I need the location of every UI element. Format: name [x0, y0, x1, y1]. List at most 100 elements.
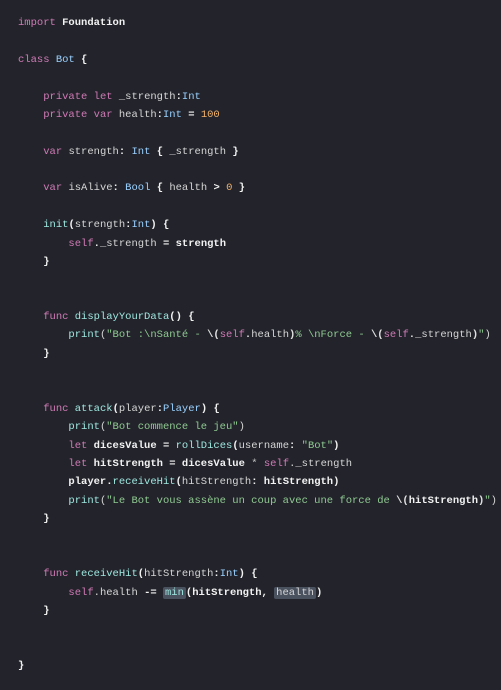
brace: } [239, 182, 245, 194]
kw-let: let [68, 458, 87, 470]
kw-func: func [43, 568, 68, 580]
paren: ) [201, 403, 207, 415]
kw-self: self [264, 458, 289, 470]
var-dicesvalue: dicesValue [94, 440, 157, 452]
brace: } [43, 348, 49, 360]
num-100: 100 [201, 109, 220, 121]
arg-val: hitStrength [264, 476, 333, 488]
prop: _strength [415, 329, 472, 341]
colon: : [289, 440, 302, 452]
brace: { [157, 182, 163, 194]
brace: { [251, 568, 257, 580]
brace: { [213, 403, 219, 415]
type-int: Int [182, 91, 201, 103]
kw-class: class [18, 54, 50, 66]
param: hitStrength [144, 568, 213, 580]
type-player: Player [163, 403, 201, 415]
fn-print: print [68, 495, 100, 507]
paren: ) [333, 440, 339, 452]
paren: ) [239, 568, 245, 580]
fn-print: print [68, 421, 100, 433]
brace: } [18, 660, 24, 672]
prop-strength: _strength [119, 91, 176, 103]
fn-min: min [165, 587, 184, 599]
colon: : [113, 182, 119, 194]
arg: hitStrength [192, 587, 261, 599]
param: player [119, 403, 157, 415]
eq: = [163, 238, 169, 250]
interp-open: \( [396, 495, 409, 507]
brace: { [157, 146, 163, 158]
kw-func: func [43, 403, 68, 415]
kw-var: var [94, 109, 113, 121]
string: % \nForce - [295, 329, 371, 341]
type-int: Int [131, 146, 150, 158]
op-gt: > [213, 182, 219, 194]
type-int: Int [131, 219, 150, 231]
string: "Bot :\nSanté - [106, 329, 207, 341]
prop-isalive: isAlive [68, 182, 112, 194]
brace: { [188, 311, 194, 323]
brace: } [43, 256, 49, 268]
param: strength [75, 219, 125, 231]
module-name: Foundation [62, 17, 125, 29]
brace: } [43, 605, 49, 617]
expr: health [169, 182, 207, 194]
string: "Bot" [302, 440, 334, 452]
type-int: Int [163, 109, 182, 121]
kw-let: let [68, 440, 87, 452]
expr: dicesValue [182, 458, 245, 470]
kw-self: self [68, 587, 93, 599]
eq: = [169, 458, 175, 470]
expr: _strength [169, 146, 226, 158]
fn-attack: attack [75, 403, 113, 415]
brace: { [81, 54, 87, 66]
kw-self: self [384, 329, 409, 341]
string: "Le Bot vous assène un coup avec une for… [106, 495, 396, 507]
colon: : [119, 146, 125, 158]
var-hitstrength: hitStrength [94, 458, 163, 470]
eq: = [188, 109, 194, 121]
class-name: Bot [56, 54, 75, 66]
eq: = [163, 440, 169, 452]
arg-key: username [239, 440, 289, 452]
kw-var: var [43, 146, 62, 158]
paren: ) [333, 476, 339, 488]
brace: } [43, 513, 49, 525]
type-int: Int [220, 568, 239, 580]
brace: } [232, 146, 238, 158]
prop-strength: strength [68, 146, 118, 158]
recv: player [68, 476, 106, 488]
fn-receivehit: receiveHit [113, 476, 176, 488]
fn-print: print [68, 329, 100, 341]
arg: health [276, 587, 314, 599]
fn-rolldices: rollDices [176, 440, 233, 452]
kw-private: private [43, 109, 87, 121]
paren: ) [150, 219, 156, 231]
paren: ) [491, 495, 497, 507]
num-0: 0 [226, 182, 232, 194]
op-minus-eq: -= [144, 587, 157, 599]
fn-receivehit: receiveHit [75, 568, 138, 580]
kw-init: init [43, 219, 68, 231]
string: "Bot commence le jeu" [106, 421, 238, 433]
arg-key: hitStrength [182, 476, 251, 488]
kw-private: private [43, 91, 87, 103]
interp-open: \( [371, 329, 384, 341]
kw-var: var [43, 182, 62, 194]
interp-expr: hitStrength [409, 495, 478, 507]
prop-health: health [100, 587, 138, 599]
colon: : [251, 476, 264, 488]
paren: ) [239, 421, 245, 433]
kw-self: self [68, 238, 93, 250]
paren: ) [316, 587, 322, 599]
type-bool: Bool [125, 182, 150, 194]
paren: ) [484, 329, 490, 341]
prop: health [251, 329, 289, 341]
prop-health: health [119, 109, 157, 121]
interp-open: \( [207, 329, 220, 341]
brace: { [163, 219, 169, 231]
selection: health [274, 587, 316, 599]
kw-func: func [43, 311, 68, 323]
kw-self: self [220, 329, 245, 341]
